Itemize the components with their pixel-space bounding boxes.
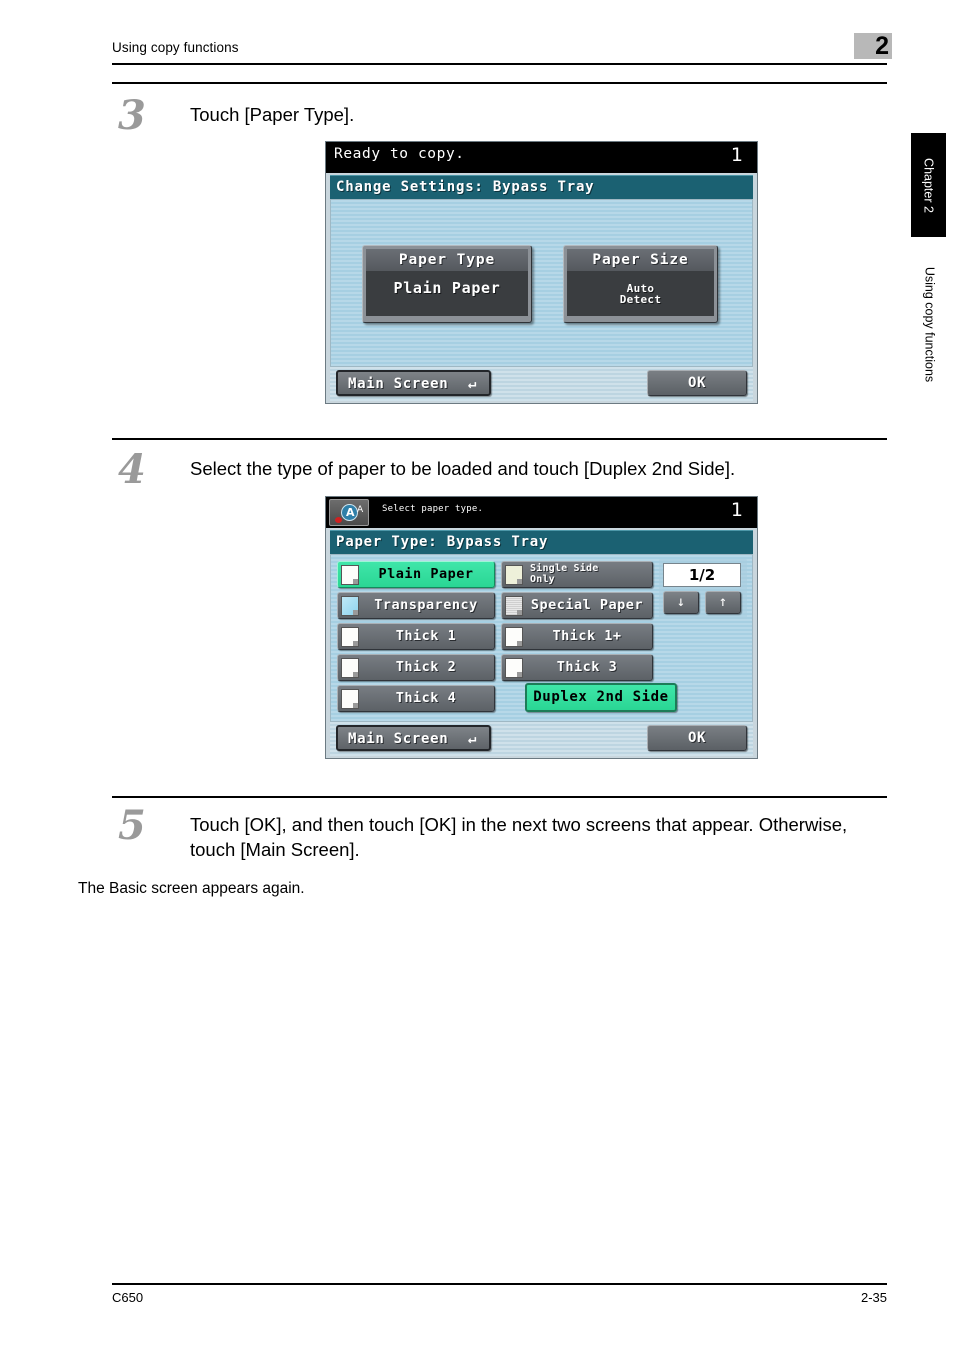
scan-mode-icon-letter: A xyxy=(357,505,364,515)
main-screen-button-2[interactable]: Main Screen ↵ xyxy=(336,725,491,751)
chapter-badge-number: 2 xyxy=(875,32,889,60)
paper-type-option-thick-2[interactable]: Thick 2 xyxy=(337,654,495,681)
lcd1-footer-bar: Main Screen ↵ OK xyxy=(330,367,753,401)
ok-button-2-label: OK xyxy=(687,730,707,746)
plain-sheet-icon xyxy=(341,565,359,585)
lcd1-title-text: Change Settings: Bypass Tray xyxy=(336,179,595,195)
paper-type-option-thick-1-plus-label: Thick 1+ xyxy=(552,628,622,644)
scan-mode-icon: A xyxy=(329,499,369,526)
paper-type-option-transparency[interactable]: Transparency xyxy=(337,592,495,619)
footer-divider xyxy=(112,1283,887,1285)
ok-button-label: OK xyxy=(687,375,707,391)
lcd2-copy-count: 1 xyxy=(730,499,743,521)
paper-type-option-special-paper[interactable]: Special Paper xyxy=(501,592,653,619)
step-4-divider xyxy=(112,438,887,440)
lcd2-content-area: Plain Paper Transparency Thick 1 Thick 2… xyxy=(330,554,753,722)
step-5-divider xyxy=(112,796,887,798)
header-divider xyxy=(112,63,887,65)
duplex-2nd-side-button[interactable]: Duplex 2nd Side xyxy=(525,683,677,712)
paper-type-option-special-paper-label: Special Paper xyxy=(530,597,644,613)
scan-mode-icon-disc xyxy=(341,504,358,521)
duplex-2nd-side-button-label: Duplex 2nd Side xyxy=(533,689,669,705)
plain-sheet-icon xyxy=(341,658,359,678)
arrow-down-icon: ↓ xyxy=(676,594,686,610)
paper-type-option-single-side-only-label: Single Side Only xyxy=(530,563,599,585)
scan-mode-icon-indicator xyxy=(335,517,342,523)
page-header: Using copy functions xyxy=(112,40,887,70)
paper-size-button-value-area: Auto Detect xyxy=(567,271,714,316)
paper-type-option-thick-1-label: Thick 1 xyxy=(395,628,457,644)
lcd1-copy-count: 1 xyxy=(730,144,743,166)
return-arrow-icon: ↵ xyxy=(468,731,477,747)
main-screen-button-label: Main Screen xyxy=(348,376,449,392)
lcd1-status-bar: Ready to copy. 1 xyxy=(326,142,757,173)
paper-type-option-thick-2-label: Thick 2 xyxy=(395,659,457,675)
sidebar-section-caption: Using copy functions xyxy=(911,250,946,400)
lcd1-content-area: Paper Type Plain Paper Paper Size Auto D… xyxy=(330,199,753,367)
paper-size-button-label: Paper Size xyxy=(567,249,714,271)
step-3-number: 3 xyxy=(118,92,146,139)
paper-type-button-label: Paper Type xyxy=(366,249,528,271)
paper-type-option-transparency-label: Transparency xyxy=(374,597,478,613)
pager-page-indicator: 1/2 xyxy=(663,563,741,587)
paper-type-button-value-area: Plain Paper xyxy=(366,271,528,316)
step-5-text: Touch [OK], and then touch [OK] in the n… xyxy=(190,814,848,860)
paper-type-button-value: Plain Paper xyxy=(393,279,501,297)
lcd1-status-message: Ready to copy. xyxy=(334,146,465,162)
sidebar-chapter-tab-label: Chapter 2 xyxy=(921,158,936,213)
paper-size-button-value-line2: Detect xyxy=(619,293,662,306)
step-4-text: Select the type of paper to be loaded an… xyxy=(190,458,736,479)
sidebar-chapter-tab: Chapter 2 xyxy=(911,133,946,237)
step-5-number: 5 xyxy=(118,802,146,849)
paper-type-pager: 1/2 ↓ ↑ xyxy=(659,559,747,619)
plain-sheet-icon xyxy=(341,689,359,709)
lcd2-title-bar: Paper Type: Bypass Tray xyxy=(330,530,753,554)
return-arrow-icon: ↵ xyxy=(468,376,477,392)
footer-model-name: C650 xyxy=(112,1290,144,1305)
lcd1-title-bar: Change Settings: Bypass Tray xyxy=(330,175,753,199)
step-3-divider xyxy=(112,82,887,84)
paper-type-option-single-side-only[interactable]: Single Side Only xyxy=(501,561,653,588)
paper-type-option-thick-4-label: Thick 4 xyxy=(395,690,457,706)
paper-type-option-thick-4[interactable]: Thick 4 xyxy=(337,685,495,712)
lcd2-status-message: Select paper type. xyxy=(382,504,484,514)
header-title: Using copy functions xyxy=(112,40,239,55)
cream-sheet-icon xyxy=(505,565,523,585)
transparency-sheet-icon xyxy=(341,596,359,616)
lcd-screen-change-settings: Ready to copy. 1 Change Settings: Bypass… xyxy=(325,141,758,404)
paper-type-option-thick-3-label: Thick 3 xyxy=(556,659,618,675)
paper-size-button[interactable]: Paper Size Auto Detect xyxy=(563,245,718,323)
paper-type-option-thick-1[interactable]: Thick 1 xyxy=(337,623,495,650)
plain-sheet-icon xyxy=(341,627,359,647)
step-4-number: 4 xyxy=(118,446,146,493)
lcd2-footer-bar: Main Screen ↵ OK xyxy=(330,722,753,756)
paper-type-button[interactable]: Paper Type Plain Paper xyxy=(362,245,532,323)
pager-down-button[interactable]: ↓ xyxy=(663,591,699,614)
plain-sheet-icon xyxy=(505,627,523,647)
ok-button[interactable]: OK xyxy=(647,370,747,396)
paper-type-option-thick-1-plus[interactable]: Thick 1+ xyxy=(501,623,653,650)
lcd2-status-bar: A Select paper type. 1 xyxy=(326,497,757,528)
lcd2-title-text: Paper Type: Bypass Tray xyxy=(336,534,549,550)
main-screen-button-2-label: Main Screen xyxy=(348,731,449,747)
step-3-text: Touch [Paper Type]. xyxy=(190,104,355,125)
footer-page-number: 2-35 xyxy=(860,1290,887,1305)
arrow-up-icon: ↑ xyxy=(718,594,728,610)
step-5-subtext: The Basic screen appears again. xyxy=(78,880,305,897)
special-sheet-icon xyxy=(505,596,523,616)
paper-type-option-plain-paper-label: Plain Paper xyxy=(378,566,474,582)
lcd-screen-paper-type: A Select paper type. 1 Paper Type: Bypas… xyxy=(325,496,758,759)
paper-type-option-plain-paper[interactable]: Plain Paper xyxy=(337,561,495,588)
paper-type-option-thick-3[interactable]: Thick 3 xyxy=(501,654,653,681)
main-screen-button[interactable]: Main Screen ↵ xyxy=(336,370,491,396)
plain-sheet-icon xyxy=(505,658,523,678)
ok-button-2[interactable]: OK xyxy=(647,725,747,751)
pager-up-button[interactable]: ↑ xyxy=(705,591,741,614)
sidebar-section-caption-label: Using copy functions xyxy=(922,266,937,383)
